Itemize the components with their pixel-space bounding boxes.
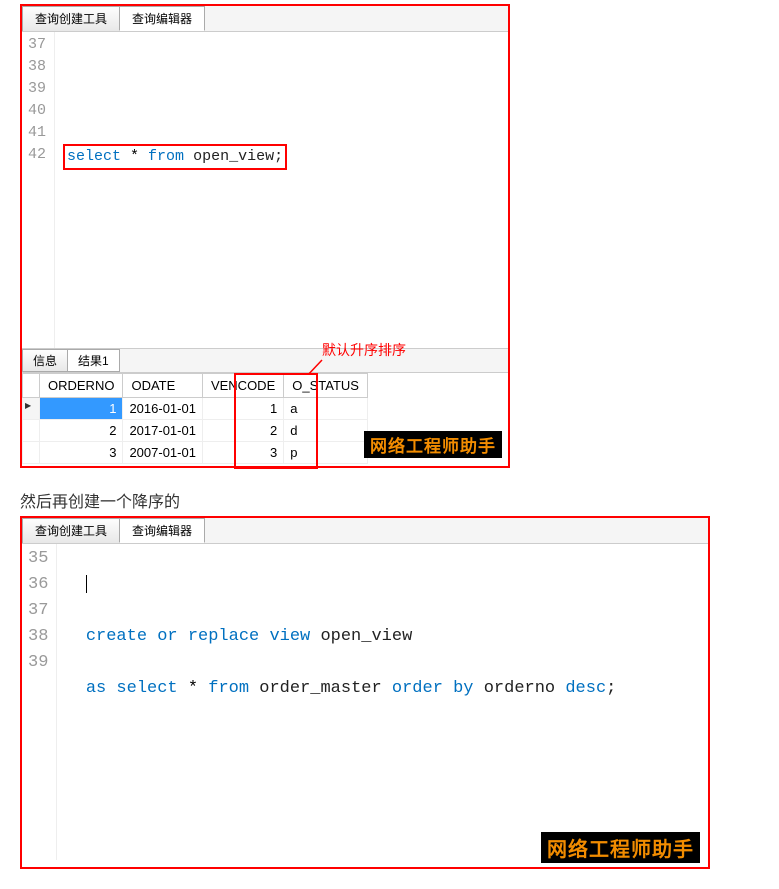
cell[interactable]: 2 [202,420,283,442]
code-line [63,280,287,302]
tab-query-builder[interactable]: 查询创建工具 [22,518,120,543]
cell[interactable]: 1 [202,398,283,420]
code-line: select * from open_view; [63,144,287,170]
cell[interactable]: 3 [40,442,123,464]
row-handle-header [23,374,40,398]
cell[interactable]: 2007-01-01 [123,442,203,464]
cell[interactable]: 2016-01-01 [123,398,203,420]
line-number: 36 [28,572,48,598]
code-line: as select * from order_master order by o… [65,676,616,702]
line-gutter: 37 38 39 40 41 42 [22,32,55,348]
col-ostatus[interactable]: O_STATUS [284,374,368,398]
line-number: 38 [28,624,48,650]
line-number: 37 [28,34,46,56]
top-panel: 查询创建工具 查询编辑器 37 38 39 40 41 42 select * … [20,4,510,468]
cell[interactable]: 2 [40,420,123,442]
line-number: 39 [28,78,46,100]
tab-query-editor[interactable]: 查询编辑器 [119,518,205,543]
result-grid-wrap: ORDERNO ODATE VENCODE O_STATUS 1 2016-01… [22,373,508,466]
text-cursor-icon [86,575,87,593]
cell[interactable]: 3 [202,442,283,464]
highlighted-sql: select * from open_view; [63,144,287,170]
table-row[interactable]: 2 2017-01-01 2 d [23,420,368,442]
result-tabs: 信息 结果1 [22,348,508,373]
editor-tabs: 查询创建工具 查询编辑器 [22,6,508,32]
watermark: 网络工程师助手 [541,832,700,863]
line-gutter: 35 36 37 38 39 [22,544,57,860]
code-area[interactable]: create or replace view open_view as sele… [57,544,624,860]
watermark-wrap: 网络工程师助手 [364,431,502,458]
col-orderno[interactable]: ORDERNO [40,374,123,398]
row-handle[interactable] [23,398,40,420]
header-row: ORDERNO ODATE VENCODE O_STATUS [23,374,368,398]
code-line [63,236,287,258]
cell[interactable]: d [284,420,368,442]
table-row[interactable]: 3 2007-01-01 3 p [23,442,368,464]
code-line [63,56,287,78]
bottom-panel: 查询创建工具 查询编辑器 35 36 37 38 39 create or re… [20,516,710,869]
code-area[interactable]: select * from open_view; [55,32,295,348]
cell[interactable]: a [284,398,368,420]
editor-tabs: 查询创建工具 查询编辑器 [22,518,708,544]
tab-result1[interactable]: 结果1 [67,349,120,372]
cell[interactable]: p [284,442,368,464]
code-line [63,100,287,122]
annotation-text: 默认升序排序 [322,340,406,360]
line-number: 42 [28,144,46,166]
result-grid[interactable]: ORDERNO ODATE VENCODE O_STATUS 1 2016-01… [22,373,368,464]
code-line [65,780,616,806]
cell[interactable]: 2017-01-01 [123,420,203,442]
tab-info[interactable]: 信息 [22,349,68,372]
row-handle[interactable] [23,420,40,442]
col-vencode[interactable]: VENCODE [202,374,283,398]
cell[interactable]: 1 [40,398,123,420]
table-row[interactable]: 1 2016-01-01 1 a [23,398,368,420]
row-handle[interactable] [23,442,40,464]
sql-editor[interactable]: 35 36 37 38 39 create or replace view op… [22,544,708,860]
watermark: 网络工程师助手 [364,431,502,458]
sql-editor[interactable]: 37 38 39 40 41 42 select * from open_vie… [22,32,508,348]
code-line: create or replace view open_view [65,624,616,650]
narrative-text: 然后再创建一个降序的 [20,488,779,512]
code-line [65,728,616,754]
line-number: 35 [28,546,48,572]
col-odate[interactable]: ODATE [123,374,203,398]
tab-query-editor[interactable]: 查询编辑器 [119,6,205,31]
line-number: 40 [28,100,46,122]
code-line [65,572,616,598]
tab-query-builder[interactable]: 查询创建工具 [22,6,120,31]
code-line [63,192,287,214]
line-number: 41 [28,122,46,144]
line-number: 38 [28,56,46,78]
line-number: 37 [28,598,48,624]
line-number: 39 [28,650,48,676]
